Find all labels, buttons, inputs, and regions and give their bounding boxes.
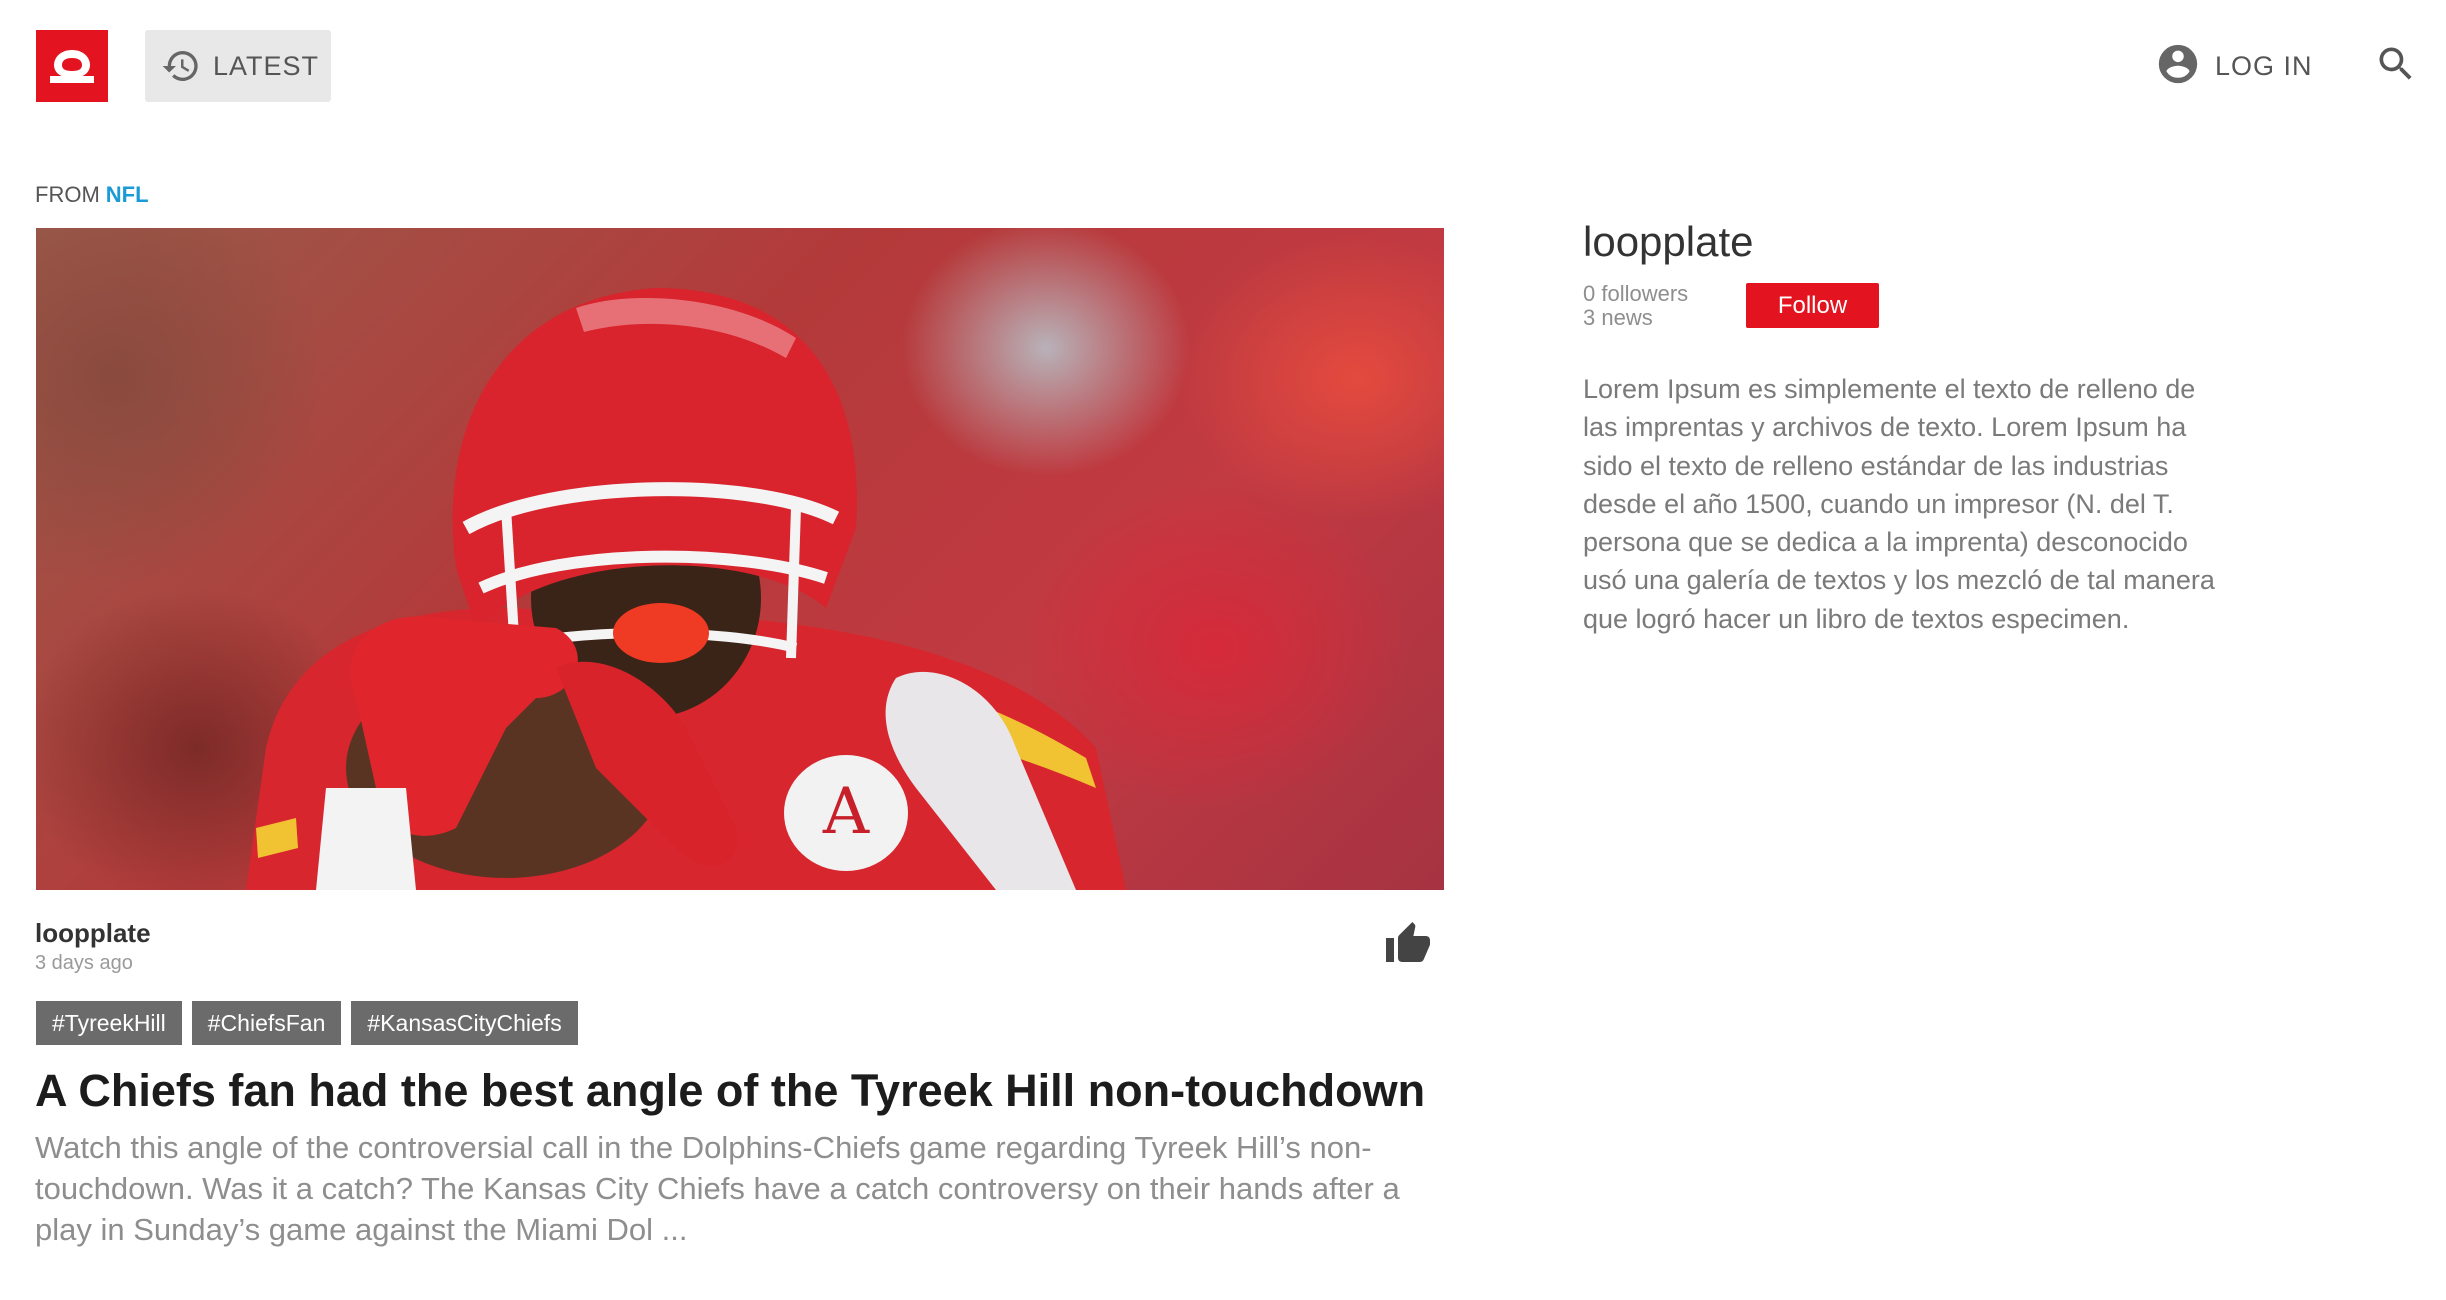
source-link[interactable]: NFL	[106, 182, 149, 207]
tag-chip[interactable]: #KansasCityChiefs	[351, 1001, 578, 1045]
history-icon	[159, 44, 203, 88]
latest-label: LATEST	[213, 50, 320, 81]
tag-chip[interactable]: #ChiefsFan	[191, 1001, 342, 1045]
news-count: 3 news	[1583, 305, 1653, 330]
logo-icon[interactable]	[36, 30, 108, 102]
search-icon	[2374, 42, 2418, 91]
article-author[interactable]: loopplate	[35, 918, 151, 949]
login-button[interactable]: LOG IN	[2155, 38, 2313, 94]
profile-description: Lorem Ipsum es simplemente el texto de r…	[1583, 374, 2215, 634]
article-headline[interactable]: A Chiefs fan had the best angle of the T…	[35, 1065, 1455, 1117]
source-line: FROM NFL	[35, 182, 149, 208]
account-icon	[2155, 41, 2201, 92]
svg-text:A: A	[822, 775, 870, 849]
latest-button[interactable]: LATEST	[145, 30, 331, 102]
login-label: LOG IN	[2215, 50, 2313, 81]
tag-chip[interactable]: #TyreekHill	[36, 1001, 182, 1045]
like-button[interactable]	[1382, 920, 1434, 972]
follow-button[interactable]: Follow	[1746, 283, 1879, 328]
from-prefix: FROM	[35, 182, 100, 207]
profile-stats: 0 followers 3 news	[1583, 282, 1688, 330]
followers-count: 0 followers	[1583, 281, 1689, 306]
article-timestamp: 3 days ago	[35, 952, 133, 974]
football-player-illustration: A	[246, 288, 1126, 890]
thumbs-up-icon	[1384, 920, 1432, 973]
profile-name[interactable]: loopplate	[1583, 218, 1753, 266]
search-button[interactable]	[2368, 38, 2424, 94]
article-excerpt: Watch this angle of the controversial ca…	[35, 1130, 1400, 1247]
tag-list: #TyreekHill #ChiefsFan #KansasCityChiefs	[36, 1001, 578, 1045]
top-bar: LATEST LOG IN	[0, 0, 2446, 130]
article-image[interactable]: A	[36, 228, 1444, 890]
